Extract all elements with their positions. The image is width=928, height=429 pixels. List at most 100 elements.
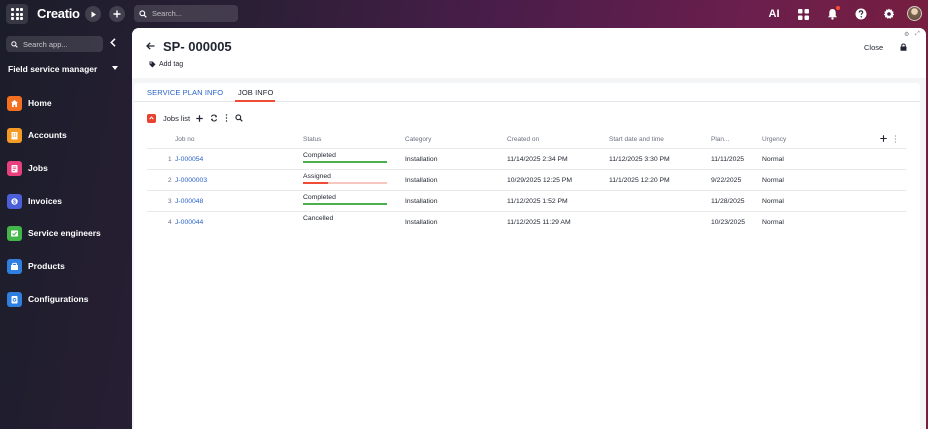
sidebar-item-accounts[interactable]: Accounts xyxy=(7,126,67,144)
search-list-button[interactable] xyxy=(235,114,243,122)
refresh-icon xyxy=(211,114,218,122)
sidebar-item-configurations[interactable]: Configurations xyxy=(7,290,88,308)
refresh-button[interactable] xyxy=(210,114,218,122)
chevron-down-icon[interactable] xyxy=(112,66,118,70)
bell-icon xyxy=(827,9,837,20)
job-no-link[interactable]: J-000044 xyxy=(175,219,203,226)
tab-bar: SERVICE PLAN INFO JOB INFO xyxy=(134,83,920,102)
column-header-status[interactable]: Status xyxy=(303,136,321,143)
column-header-job-no[interactable]: Job no xyxy=(175,136,195,143)
sidebar-item-jobs[interactable]: Jobs xyxy=(7,159,48,177)
engineers-icon xyxy=(7,225,22,241)
sidebar-item-label: Configurations xyxy=(28,294,89,304)
job-no-link[interactable]: J-000054 xyxy=(175,156,203,163)
help-button[interactable] xyxy=(853,6,869,22)
top-bar: Creatio Search... AI xyxy=(0,0,928,28)
grid-icon xyxy=(11,8,23,20)
expand-icon[interactable]: ⤢ xyxy=(915,31,920,38)
status-text: Completed xyxy=(303,194,336,201)
tab-job-info[interactable]: JOB INFO xyxy=(238,88,273,97)
apps-grid-button[interactable] xyxy=(795,6,811,22)
plan-date-cell: 9/22/2025 xyxy=(711,177,742,184)
settings-small-icon[interactable]: ⚙ xyxy=(904,31,909,38)
column-options-button[interactable] xyxy=(894,135,897,145)
created-on-cell: 11/12/2025 11:29 AM xyxy=(507,219,571,226)
plus-icon xyxy=(880,135,887,142)
help-icon xyxy=(855,8,867,20)
job-no-link[interactable]: J-000048 xyxy=(175,198,203,205)
table-row[interactable]: 4 J-000044 Cancelled Installation 11/12/… xyxy=(147,212,906,233)
status-progress-bar xyxy=(303,161,387,163)
status-progress-fill xyxy=(303,161,387,163)
brand-logo: Creatio xyxy=(37,6,80,21)
apps-icon xyxy=(797,8,809,20)
column-header-plan[interactable]: Plan... xyxy=(711,136,729,143)
create-new-button[interactable] xyxy=(109,6,125,22)
add-tag-button[interactable]: Add tag xyxy=(149,61,183,68)
chevron-up-icon xyxy=(149,116,154,120)
record-page: ⚙ ⤢ SP- 000005 Add tag Close SERVICE PLA… xyxy=(132,28,926,429)
plus-icon xyxy=(113,10,121,18)
sidebar-item-service-engineers[interactable]: Service engineers xyxy=(7,224,101,242)
more-vertical-icon xyxy=(894,135,897,143)
active-tab-indicator xyxy=(235,100,275,102)
status-text: Completed xyxy=(303,152,336,159)
user-avatar[interactable] xyxy=(907,6,922,21)
row-number: 1 xyxy=(168,156,172,163)
table-row[interactable]: 2 J-0000003 Assigned Installation 10/29/… xyxy=(147,170,906,191)
column-header-start-date[interactable]: Start date and time xyxy=(609,136,664,143)
workspace-selector[interactable]: Field service manager xyxy=(8,64,97,74)
urgency-cell: Normal xyxy=(762,198,784,205)
more-actions-button[interactable] xyxy=(225,114,228,122)
invoices-icon: $ xyxy=(7,193,22,209)
lock-icon[interactable] xyxy=(900,43,907,53)
sidebar-item-home[interactable]: Home xyxy=(7,94,52,112)
created-on-cell: 11/12/2025 1:52 PM xyxy=(507,198,568,205)
ai-button[interactable]: AI xyxy=(766,6,782,22)
sidebar-item-label: Service engineers xyxy=(28,228,101,238)
column-header-created-on[interactable]: Created on xyxy=(507,136,539,143)
status-cell: Completed xyxy=(303,194,387,205)
row-number: 3 xyxy=(168,198,172,205)
urgency-cell: Normal xyxy=(762,177,784,184)
category-cell: Installation xyxy=(405,198,438,205)
run-process-button[interactable] xyxy=(85,6,101,22)
sidebar-item-label: Invoices xyxy=(28,196,63,206)
play-icon xyxy=(91,11,96,17)
jobs-list-title: Jobs list xyxy=(163,113,191,123)
status-cell: Cancelled xyxy=(303,215,387,222)
sidebar-item-products[interactable]: Products xyxy=(7,257,65,275)
add-column-button[interactable] xyxy=(880,134,887,145)
row-number: 4 xyxy=(168,219,172,226)
sidebar-item-label: Jobs xyxy=(28,163,48,173)
status-progress-bar xyxy=(303,203,387,205)
sidebar-item-invoices[interactable]: $ Invoices xyxy=(7,192,62,210)
back-button[interactable] xyxy=(146,41,155,53)
sidebar-item-label: Accounts xyxy=(28,130,67,140)
status-cell: Assigned xyxy=(303,173,387,184)
chevron-left-icon xyxy=(110,38,116,47)
tag-icon xyxy=(149,61,156,68)
column-header-urgency[interactable]: Urgency xyxy=(762,136,786,143)
add-job-button[interactable] xyxy=(196,114,203,122)
status-cell: Completed xyxy=(303,152,387,163)
app-search-input[interactable]: Search app... xyxy=(6,36,103,52)
app-launcher-button[interactable] xyxy=(6,4,28,24)
notifications-button[interactable] xyxy=(824,6,840,22)
table-row[interactable]: 3 J-000048 Completed Installation 11/12/… xyxy=(147,191,906,212)
search-icon xyxy=(139,9,147,18)
job-no-link[interactable]: J-0000003 xyxy=(175,177,207,184)
column-header-category[interactable]: Category xyxy=(405,136,431,143)
add-tag-label: Add tag xyxy=(159,61,184,68)
close-button[interactable]: Close xyxy=(864,43,883,52)
global-search-placeholder: Search... xyxy=(152,9,183,18)
sidebar-item-label: Home xyxy=(28,98,52,108)
urgency-cell: Normal xyxy=(762,156,784,163)
table-row[interactable]: 1 J-000054 Completed Installation 11/14/… xyxy=(147,149,906,170)
ai-label: AI xyxy=(768,8,780,20)
global-search-input[interactable]: Search... xyxy=(134,5,238,22)
tab-service-plan-info[interactable]: SERVICE PLAN INFO xyxy=(147,88,223,97)
settings-button[interactable] xyxy=(881,6,897,22)
collapse-sidebar-button[interactable] xyxy=(110,38,116,50)
collapse-list-button[interactable] xyxy=(147,113,156,123)
